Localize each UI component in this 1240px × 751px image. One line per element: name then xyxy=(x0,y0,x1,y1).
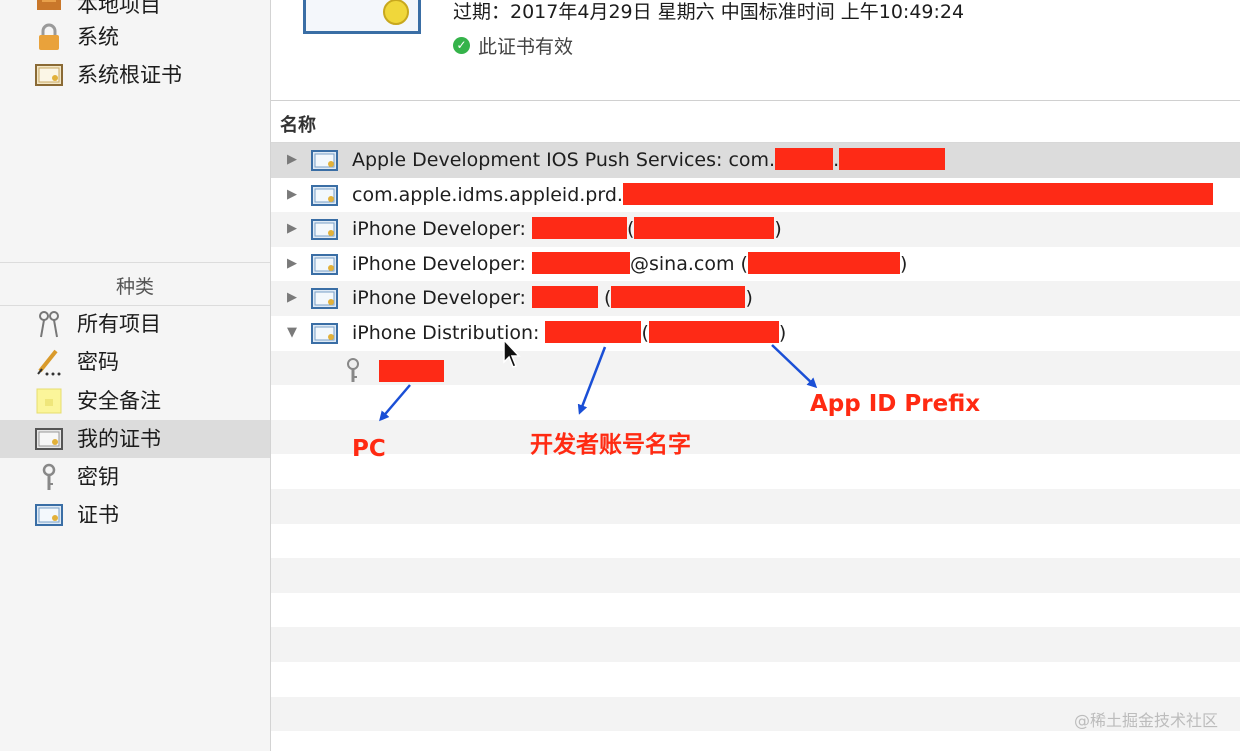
pencil-icon xyxy=(37,349,61,376)
sidebar-item-label: 我的证书 xyxy=(77,427,161,451)
sidebar-item-keys[interactable]: 密钥 xyxy=(0,458,270,496)
sidebar-item-system-roots[interactable]: 系统根证书 xyxy=(0,56,270,94)
redaction xyxy=(532,217,627,240)
sidebar-item-label: 证书 xyxy=(77,503,119,527)
disclosure-triangle-icon[interactable]: ▶ xyxy=(287,187,301,202)
lock-icon xyxy=(39,23,59,50)
redaction xyxy=(648,321,779,343)
annotation-app-id-prefix: App ID Prefix xyxy=(810,391,981,417)
redaction xyxy=(622,182,1213,205)
empty-row xyxy=(271,593,1240,628)
row-label: iPhone Developer: @sina.com () xyxy=(352,251,908,275)
row-label: iPhone Developer: () xyxy=(352,286,753,310)
certificate-icon xyxy=(311,150,338,171)
certificate-icon xyxy=(311,219,338,241)
sidebar: 本地项目 系统 系统根证书 种类 所有项目 密码 安全备注 我的证书 密钥 证书 xyxy=(0,0,271,751)
table-row-private-key[interactable] xyxy=(271,350,1240,386)
row-label: iPhone Distribution: () xyxy=(352,321,787,344)
empty-row xyxy=(271,385,1240,420)
disclosure-triangle-icon[interactable]: ▶ xyxy=(287,291,301,305)
empty-row xyxy=(271,489,1240,524)
key-icon xyxy=(347,357,359,382)
key-icon xyxy=(42,463,56,490)
sidebar-item-label: 系统 xyxy=(77,25,119,49)
redaction xyxy=(545,321,642,343)
validity-status: ✓ 此证书有效 xyxy=(453,33,574,58)
table-row[interactable]: ▶ iPhone Developer: () xyxy=(271,212,1240,247)
category-section-header: 种类 xyxy=(0,262,270,306)
sidebar-item-label: 系统根证书 xyxy=(77,63,182,87)
sidebar-item-label: 所有项目 xyxy=(77,312,161,336)
redaction xyxy=(775,148,834,170)
validity-text: 此证书有效 xyxy=(478,35,574,58)
redaction xyxy=(532,286,598,309)
redaction xyxy=(634,217,775,240)
redaction xyxy=(379,359,444,382)
sidebar-item-label: 密钥 xyxy=(77,465,119,489)
sidebar-item-secure-notes[interactable]: 安全备注 xyxy=(0,382,270,420)
table-row[interactable]: ▶ iPhone Developer: () xyxy=(271,281,1240,316)
checkmark-icon: ✓ xyxy=(453,36,470,54)
empty-row xyxy=(271,662,1240,697)
redaction xyxy=(839,148,946,170)
row-label: Apple Development IOS Push Services: com… xyxy=(352,143,946,177)
expiry-date: 过期：2017年4月29日 星期六 中国标准时间 上午10:49:24 xyxy=(453,1,965,23)
empty-row xyxy=(271,524,1240,559)
empty-row xyxy=(271,419,1240,455)
row-label: iPhone Developer: () xyxy=(352,217,782,241)
table-row[interactable]: ▶ com.apple.idms.appleid.prd. xyxy=(271,178,1240,213)
annotation-pc: PC xyxy=(352,436,386,462)
table-row[interactable]: ▶ iPhone Developer: @sina.com () xyxy=(271,247,1240,282)
certificate-icon xyxy=(35,504,63,526)
note-icon xyxy=(36,388,62,414)
certificate-icon xyxy=(311,323,338,344)
disclosure-triangle-icon[interactable]: ▶ xyxy=(287,153,301,167)
redaction xyxy=(611,286,746,309)
certificate-list: ▶ Apple Development IOS Push Services: c… xyxy=(271,143,1240,751)
folder-icon xyxy=(37,0,61,10)
empty-row xyxy=(271,454,1240,489)
certificate-icon xyxy=(35,64,63,86)
disclosure-triangle-icon[interactable]: ▶ xyxy=(287,256,301,271)
certificate-icon xyxy=(311,288,338,310)
table-row[interactable]: ▶ Apple Development IOS Push Services: c… xyxy=(271,143,1240,178)
certificate-icon xyxy=(35,428,63,450)
table-row[interactable]: ▼ iPhone Distribution: () xyxy=(271,316,1240,351)
disclosure-triangle-icon[interactable]: ▶ xyxy=(287,222,301,236)
certificate-icon xyxy=(311,253,338,275)
sidebar-item-label: 密码 xyxy=(77,350,119,374)
sidebar-item-all-items[interactable]: 所有项目 xyxy=(0,305,270,343)
row-label: com.apple.idms.appleid.prd. xyxy=(352,178,1213,212)
redaction xyxy=(532,251,630,274)
redaction xyxy=(747,251,900,274)
certificate-icon xyxy=(311,184,338,206)
sidebar-item-certificates[interactable]: 证书 xyxy=(0,496,270,534)
annotation-account-name: 开发者账号名字 xyxy=(530,432,691,458)
column-header-label: 名称 xyxy=(280,115,316,136)
watermark: @稀土掘金技术社区 xyxy=(1073,711,1218,730)
seal-icon xyxy=(383,0,409,25)
disclosure-triangle-icon[interactable]: ▼ xyxy=(287,326,301,340)
keys-icon xyxy=(39,311,59,338)
empty-row xyxy=(271,558,1240,593)
column-header-name[interactable]: 名称 xyxy=(271,101,1240,143)
mouse-cursor-icon xyxy=(503,338,521,368)
section-title: 种类 xyxy=(115,276,154,298)
sidebar-item-system[interactable]: 系统 xyxy=(0,18,270,56)
sidebar-item-my-certificates[interactable]: 我的证书 xyxy=(0,420,270,458)
sidebar-item-label: 安全备注 xyxy=(77,389,161,413)
empty-row xyxy=(271,627,1240,662)
sidebar-item-passwords[interactable]: 密码 xyxy=(0,343,270,381)
